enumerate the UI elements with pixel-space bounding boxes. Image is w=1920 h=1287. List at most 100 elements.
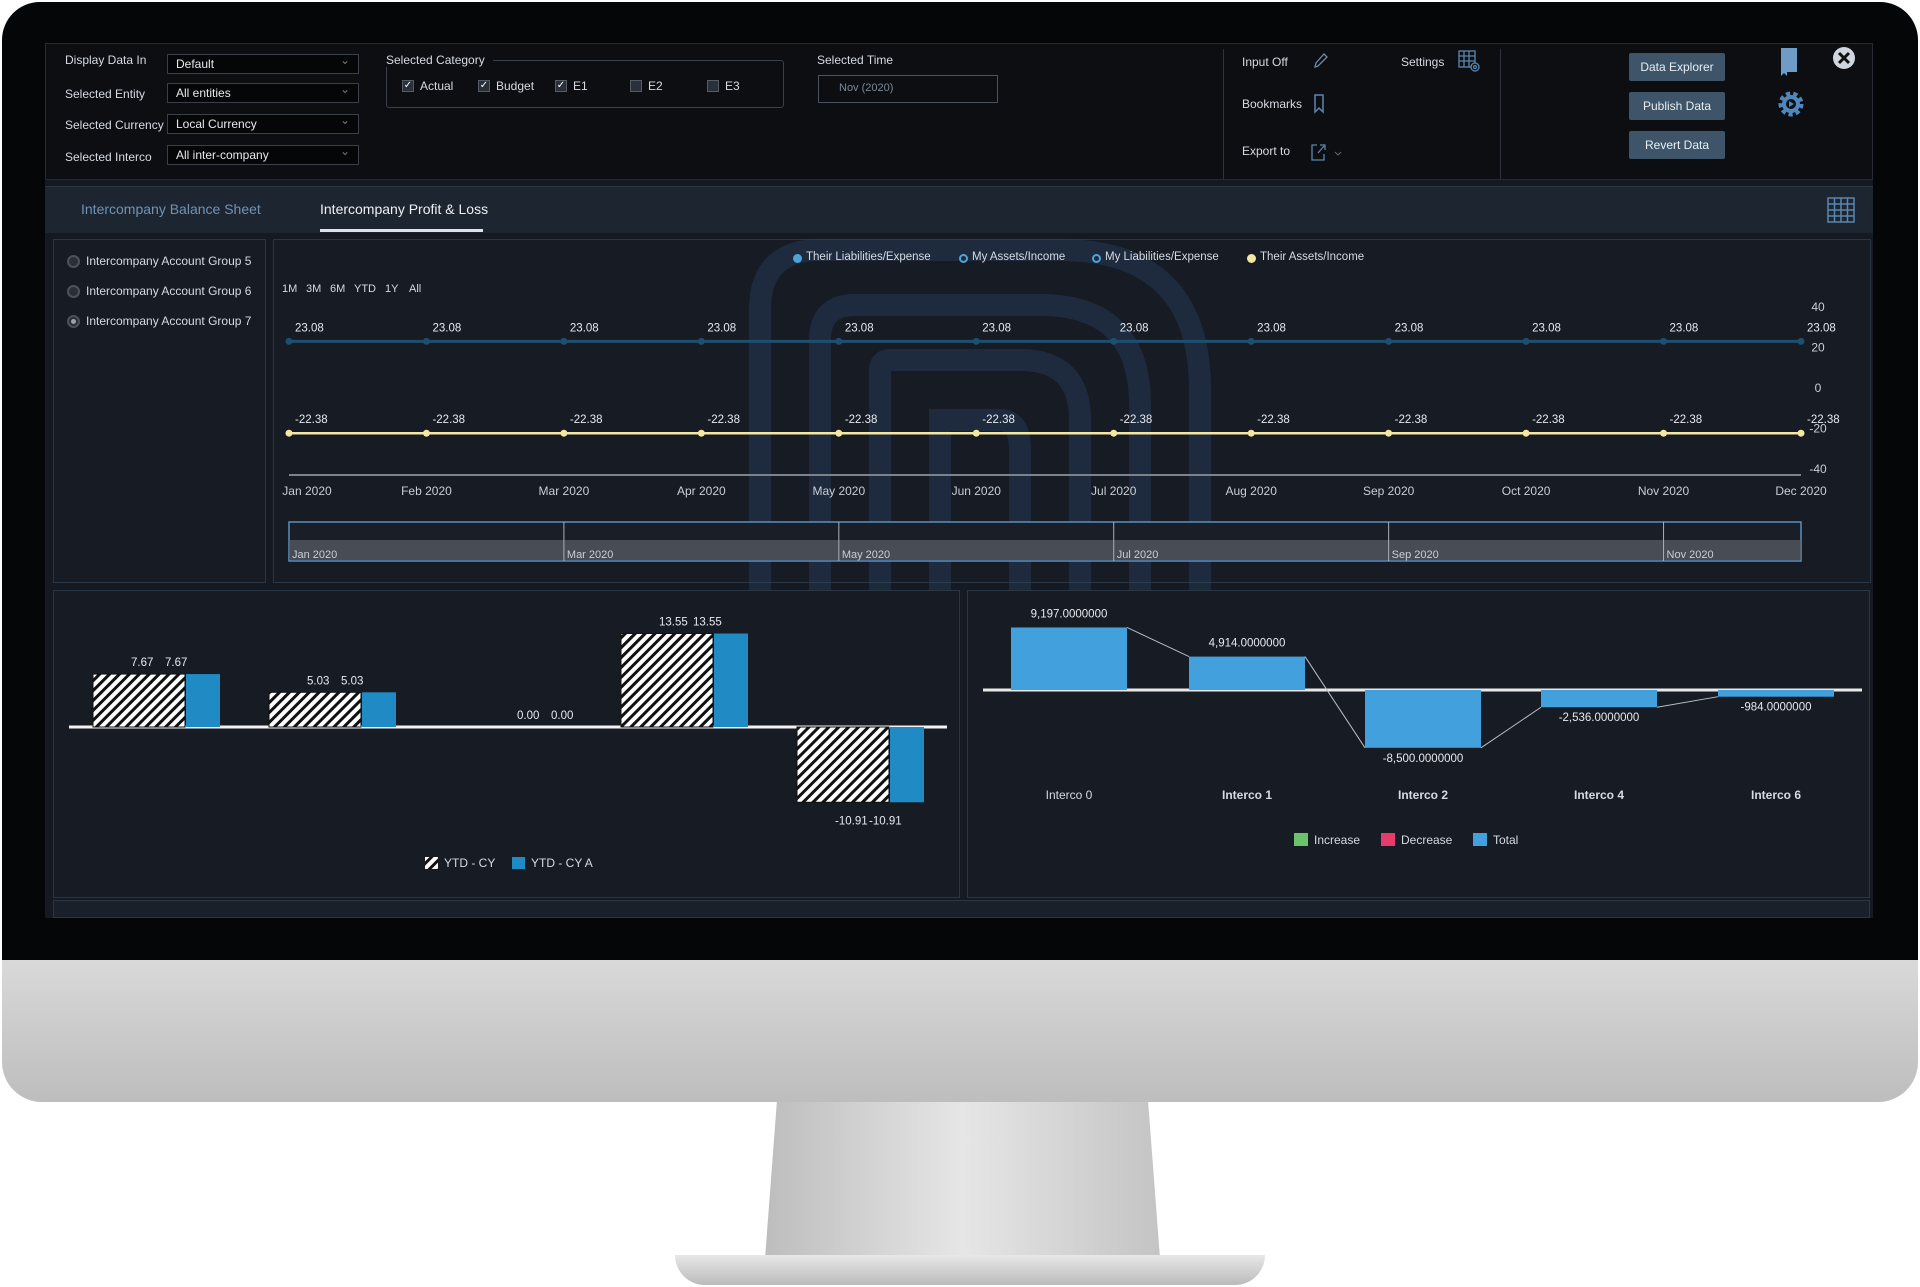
data-point[interactable] (285, 429, 293, 437)
range-button-all[interactable]: All (409, 283, 421, 295)
checkbox-e1[interactable]: ✓ (555, 80, 567, 92)
data-label: 23.08 (1257, 322, 1286, 334)
selected-entity-value: All entities (176, 86, 231, 100)
legend-item[interactable]: My Liabilities/Expense (1105, 251, 1219, 263)
bookmark-icon[interactable] (1313, 94, 1325, 114)
bar-data-label: 0.00 (551, 710, 573, 722)
data-point[interactable] (422, 337, 430, 345)
time-input[interactable]: Nov (2020) (818, 75, 998, 103)
grid-view-icon[interactable] (1827, 197, 1855, 223)
data-point[interactable] (1385, 429, 1393, 437)
legend-item[interactable]: Total (1493, 833, 1518, 847)
export-icon[interactable] (1310, 142, 1346, 162)
x-tick-label: Mar 2020 (539, 484, 590, 498)
gear-play-icon[interactable] (1776, 89, 1806, 119)
selected-entity-label: Selected Entity (65, 87, 146, 101)
account-group-item[interactable]: Intercompany Account Group 6 (86, 284, 251, 298)
data-point[interactable] (1247, 337, 1255, 345)
waterfall-bar[interactable] (1718, 690, 1834, 697)
range-button-1m[interactable]: 1M (282, 283, 297, 295)
data-point[interactable] (422, 429, 430, 437)
selected-currency-select[interactable]: Local Currency (167, 113, 359, 134)
data-point[interactable] (560, 429, 568, 437)
x-tick-label: Jan 2020 (282, 484, 332, 498)
data-point[interactable] (1385, 337, 1393, 345)
data-point[interactable] (1110, 429, 1118, 437)
legend-marker (1092, 254, 1101, 263)
bar-data-label: 7.67 (131, 657, 153, 669)
legend-item[interactable]: My Assets/Income (972, 251, 1065, 263)
waterfall-data-label: -8,500.0000000 (1383, 753, 1464, 765)
bar-data-label: -10.91 (835, 815, 868, 827)
data-point[interactable] (1660, 337, 1668, 345)
bar-ytd-cy[interactable] (268, 691, 362, 728)
waterfall-bar[interactable] (1011, 627, 1127, 690)
time-label: Selected Time (817, 53, 894, 67)
bar-ytd-cy-a[interactable] (890, 727, 924, 803)
data-point[interactable] (835, 429, 843, 437)
bar-ytd-cy-a[interactable] (186, 674, 220, 727)
book-icon[interactable] (1778, 47, 1800, 77)
checkbox-budget[interactable]: ✓ (478, 80, 490, 92)
checkbox-label: E2 (648, 79, 663, 93)
tab-profit-loss[interactable]: Intercompany Profit & Loss (320, 201, 488, 217)
revert-data-button[interactable]: Revert Data (1629, 131, 1725, 159)
legend-item[interactable]: Their Liabilities/Expense (806, 251, 931, 263)
waterfall-bar[interactable] (1189, 656, 1305, 690)
navigator-selection[interactable] (289, 540, 1801, 560)
data-point[interactable] (972, 429, 980, 437)
bar-ytd-cy-a[interactable] (714, 633, 748, 727)
grid-settings-icon[interactable] (1458, 50, 1482, 74)
display-data-select[interactable]: Default (167, 53, 359, 74)
data-point[interactable] (1522, 337, 1530, 345)
account-group-item[interactable]: Intercompany Account Group 5 (86, 254, 251, 268)
settings-label: Settings (1401, 55, 1445, 69)
bar-ytd-cy[interactable] (796, 726, 890, 803)
radio-button[interactable] (67, 315, 80, 328)
range-button-1y[interactable]: 1Y (385, 283, 398, 295)
range-button-ytd[interactable]: YTD (354, 283, 376, 295)
data-point[interactable] (1247, 429, 1255, 437)
x-tick-label: Dec 2020 (1775, 484, 1827, 498)
data-point[interactable] (1797, 337, 1805, 345)
bar-ytd-cy[interactable] (92, 673, 186, 728)
legend-item[interactable]: Their Assets/Income (1260, 251, 1364, 263)
data-point[interactable] (285, 337, 293, 345)
account-group-item[interactable]: Intercompany Account Group 7 (86, 314, 251, 328)
publish-data-button[interactable]: Publish Data (1629, 92, 1725, 120)
data-point[interactable] (560, 337, 568, 345)
close-icon[interactable] (1832, 46, 1856, 70)
checkbox-e3[interactable] (707, 80, 719, 92)
y-tick-label: 40 (1811, 300, 1825, 314)
legend-item[interactable]: YTD - CY (444, 856, 495, 870)
data-point[interactable] (697, 429, 705, 437)
waterfall-bar[interactable] (1365, 690, 1481, 748)
range-button-6m[interactable]: 6M (330, 283, 345, 295)
waterfall-bar[interactable] (1541, 690, 1657, 708)
selected-entity-select[interactable]: All entities (167, 82, 359, 103)
data-point[interactable] (697, 337, 705, 345)
checkbox-e2[interactable] (630, 80, 642, 92)
data-point[interactable] (835, 337, 843, 345)
x-tick-label: Sep 2020 (1363, 484, 1415, 498)
bar-ytd-cy-a[interactable] (362, 692, 396, 727)
legend-item[interactable]: YTD - CY A (531, 856, 593, 870)
selected-interco-select[interactable]: All inter-company (167, 144, 359, 165)
range-button-3m[interactable]: 3M (306, 283, 321, 295)
radio-button[interactable] (67, 255, 80, 268)
data-explorer-button[interactable]: Data Explorer (1629, 53, 1725, 81)
data-point[interactable] (1660, 429, 1668, 437)
tab-balance-sheet[interactable]: Intercompany Balance Sheet (81, 201, 261, 217)
data-point[interactable] (972, 337, 980, 345)
data-point[interactable] (1110, 337, 1118, 345)
selected-interco-label: Selected Interco (65, 150, 152, 164)
pencil-icon[interactable] (1312, 52, 1328, 70)
data-point[interactable] (1522, 429, 1530, 437)
data-label: -22.38 (1807, 414, 1840, 426)
legend-item[interactable]: Decrease (1401, 833, 1453, 847)
data-point[interactable] (1797, 429, 1805, 437)
radio-button[interactable] (67, 285, 80, 298)
checkbox-actual[interactable]: ✓ (402, 80, 414, 92)
bar-ytd-cy[interactable] (620, 633, 714, 728)
legend-item[interactable]: Increase (1314, 833, 1360, 847)
